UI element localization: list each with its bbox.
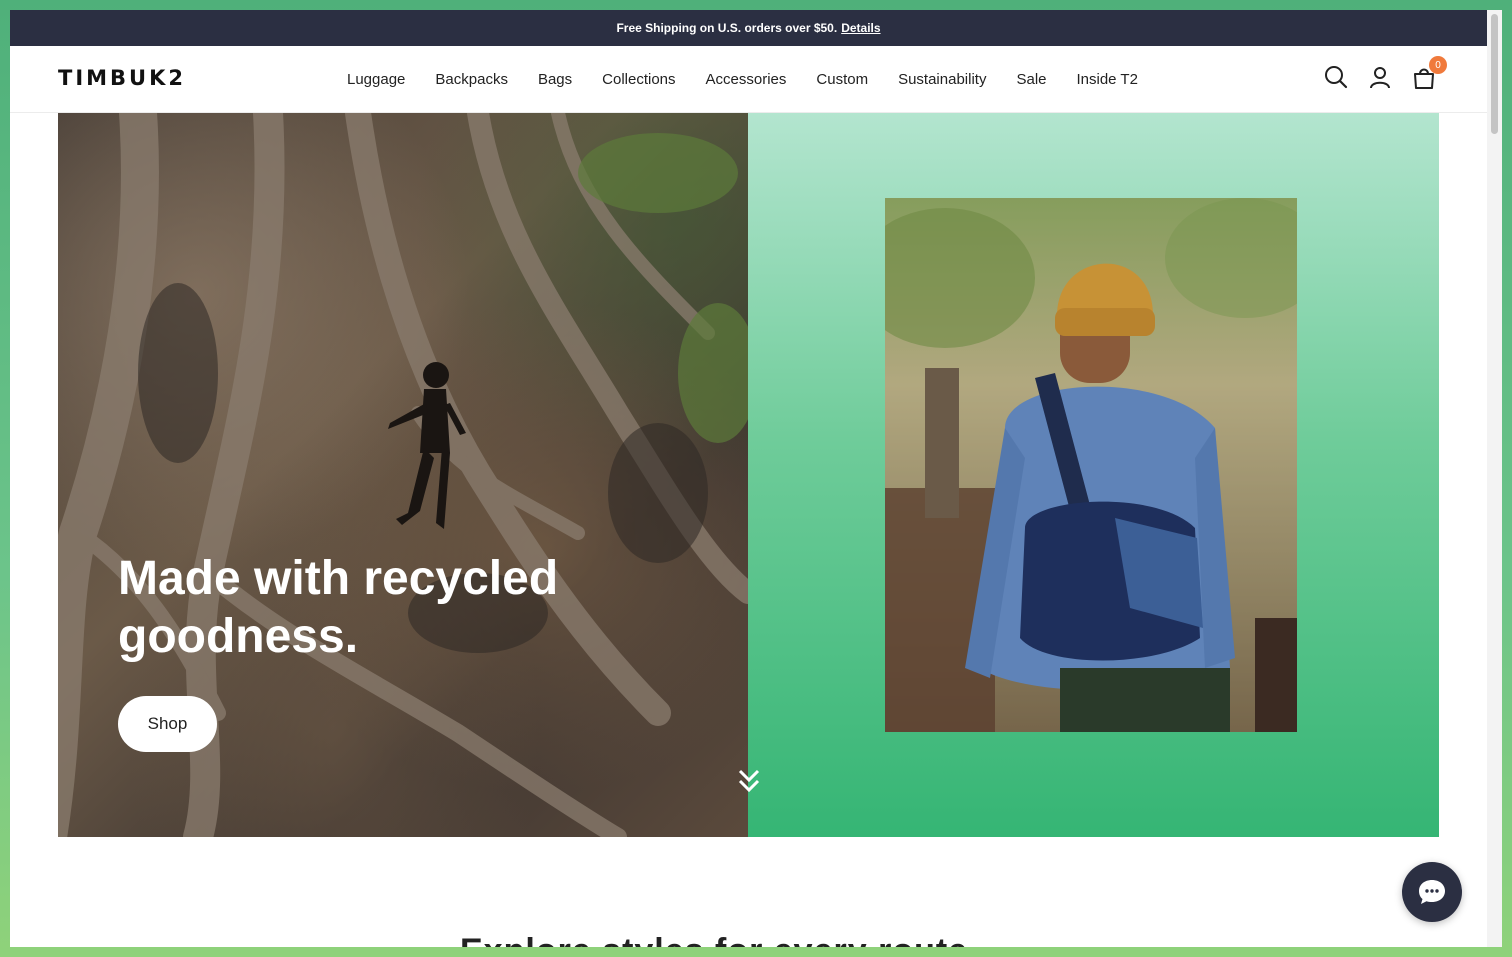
account-icon[interactable]: [1367, 64, 1393, 90]
nav-item-accessories[interactable]: Accessories: [706, 71, 787, 88]
cart-icon[interactable]: 0: [1411, 56, 1447, 90]
hero-title: Made with recycled goodness.: [118, 550, 638, 666]
nav-item-bags[interactable]: Bags: [538, 71, 572, 88]
shop-button[interactable]: Shop: [118, 696, 217, 752]
person-with-messenger-bag-illustration: [885, 198, 1297, 732]
browser-page: Free Shipping on U.S. orders over $50. D…: [10, 10, 1487, 947]
page-scrollbar[interactable]: [1487, 10, 1502, 947]
announcement-details-link[interactable]: Details: [841, 21, 880, 35]
scroll-down-chevron-icon[interactable]: [737, 768, 761, 800]
hero-title-line2: goodness.: [118, 610, 359, 663]
messenger-bag-photo: [885, 198, 1297, 732]
scrollbar-thumb[interactable]: [1491, 14, 1498, 134]
site-header: TIMBUK2 Luggage Backpacks Bags Collectio…: [10, 46, 1487, 113]
hero-title-line1: Made with recycled: [118, 552, 559, 605]
next-section-heading: Explore styles for every route: [460, 932, 968, 947]
announcement-bar: Free Shipping on U.S. orders over $50. D…: [10, 10, 1487, 46]
chat-bubble-icon: [1419, 880, 1445, 904]
nav-item-sustainability[interactable]: Sustainability: [898, 71, 986, 88]
nav-item-inside-t2[interactable]: Inside T2: [1077, 71, 1138, 88]
nav-item-sale[interactable]: Sale: [1016, 71, 1046, 88]
main-nav: Luggage Backpacks Bags Collections Acces…: [347, 46, 1168, 113]
hero-right-panel: [748, 113, 1439, 837]
nav-item-luggage[interactable]: Luggage: [347, 71, 405, 88]
header-icons: 0: [1323, 56, 1447, 90]
cart-count-badge: 0: [1429, 56, 1447, 74]
search-icon[interactable]: [1323, 64, 1349, 90]
nav-item-custom[interactable]: Custom: [816, 71, 868, 88]
announcement-text: Free Shipping on U.S. orders over $50.: [616, 21, 838, 35]
hero-left-image: Made with recycled goodness. Shop: [58, 113, 748, 837]
timbuk2-logo[interactable]: TIMBUK2: [58, 66, 186, 90]
nav-item-collections[interactable]: Collections: [602, 71, 675, 88]
nav-item-backpacks[interactable]: Backpacks: [435, 71, 508, 88]
chat-button[interactable]: [1402, 862, 1462, 922]
